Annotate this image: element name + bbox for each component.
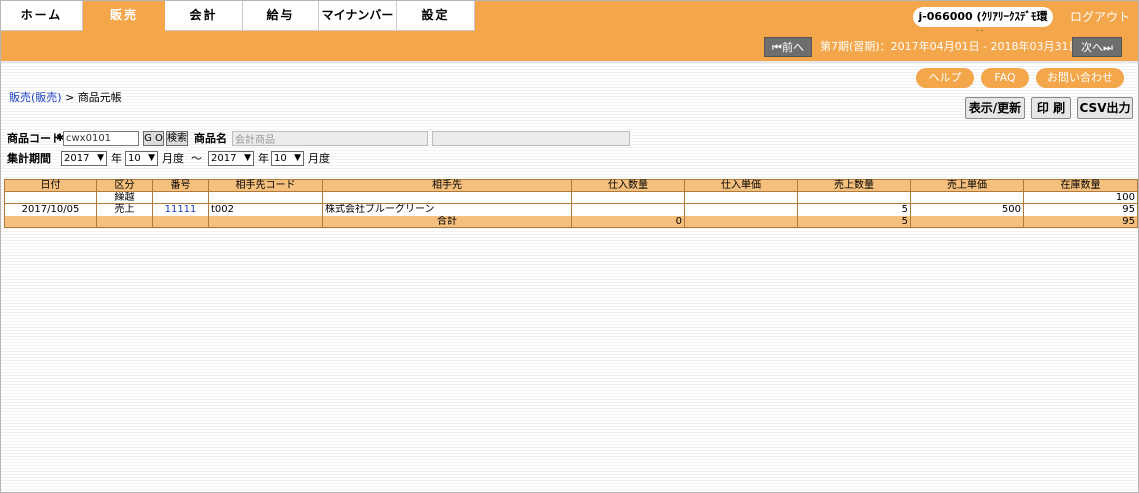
cell-sell-price: 500 [910, 203, 1024, 216]
month-suffix: 月度 [162, 152, 184, 165]
table-row: 繰越 100 [4, 191, 1138, 204]
tab-home[interactable]: ホーム [1, 1, 83, 31]
chevron-down-icon: ▼ [294, 153, 301, 163]
col-header-partner-code[interactable]: 相手先コード [208, 179, 323, 192]
col-header-partner[interactable]: 相手先 [322, 179, 572, 192]
print-button[interactable]: 印 刷 [1031, 97, 1071, 119]
cell-date [4, 191, 97, 204]
search-button[interactable]: 検索 [166, 131, 188, 146]
breadcrumb-current: 商品元帳 [77, 91, 122, 104]
product-code-label: 商品コード [7, 132, 62, 145]
product-ledger-table: 日付 区分 番号 相手先コード 相手先 仕入数量 仕入単価 売上数量 売上単価 … [4, 179, 1138, 228]
total-buy-qty: 0 [571, 215, 685, 228]
tab-payroll[interactable]: 給与 [243, 1, 319, 31]
product-name-label: 商品名 [194, 132, 227, 145]
from-month-select[interactable]: 10 ▼ [125, 151, 158, 166]
breadcrumb: 販売(販売) > 商品元帳 [9, 91, 122, 105]
col-header-sell-price[interactable]: 売上単価 [910, 179, 1024, 192]
breadcrumb-parent-link[interactable]: 販売(販売) [9, 91, 62, 104]
total-label: 合計 [322, 215, 572, 228]
table-row: 2017/10/05 売上 11111 t002 株式会社ブルーグリーン 5 5… [4, 203, 1138, 216]
cell-type: 売上 [96, 203, 153, 216]
logout-link[interactable]: ログアウト [1070, 7, 1130, 27]
col-header-type[interactable]: 区分 [96, 179, 153, 192]
col-header-stock[interactable]: 在庫数量 [1023, 179, 1138, 192]
cell-stock: 100 [1023, 191, 1138, 204]
cell-buy-qty [571, 191, 685, 204]
faq-button[interactable]: FAQ [981, 68, 1029, 88]
cell-empty [152, 215, 209, 228]
cell-empty [4, 215, 97, 228]
cell-empty [684, 215, 798, 228]
cell-stock: 95 [1023, 203, 1138, 216]
cell-date: 2017/10/05 [4, 203, 97, 216]
chevron-down-icon: ▼ [97, 153, 104, 163]
product-name-field [232, 131, 428, 146]
cell-partner-code: t002 [208, 203, 323, 216]
year-suffix: 年 [258, 152, 269, 165]
col-header-sell-qty[interactable]: 売上数量 [797, 179, 911, 192]
cell-partner-code [208, 191, 323, 204]
from-year-select[interactable]: 2017 ▼ [61, 151, 107, 166]
tab-settings[interactable]: 設定 [397, 1, 475, 31]
go-button[interactable]: G O [143, 131, 164, 146]
contact-button[interactable]: お問い合わせ [1036, 68, 1124, 88]
col-header-buy-qty[interactable]: 仕入数量 [571, 179, 685, 192]
to-month-value: 10 [274, 153, 287, 164]
voucher-number-link[interactable]: 11111 [152, 203, 209, 216]
cell-type: 繰越 [96, 191, 153, 204]
col-header-date[interactable]: 日付 [4, 179, 97, 192]
col-header-number[interactable]: 番号 [152, 179, 209, 192]
total-sell-qty: 5 [797, 215, 911, 228]
next-period-button[interactable]: 次へ⏭ [1072, 37, 1122, 57]
year-suffix: 年 [111, 152, 122, 165]
breadcrumb-separator: > [65, 91, 75, 104]
col-header-buy-price[interactable]: 仕入単価 [684, 179, 798, 192]
csv-export-button[interactable]: CSV出力 [1077, 97, 1133, 119]
chevron-down-icon: ▼ [244, 153, 251, 163]
cell-sell-qty [797, 191, 911, 204]
cell-buy-qty [571, 203, 685, 216]
tab-accounting[interactable]: 会計 [165, 1, 243, 31]
to-month-select[interactable]: 10 ▼ [271, 151, 304, 166]
to-year-select[interactable]: 2017 ▼ [208, 151, 254, 166]
total-stock: 95 [1023, 215, 1138, 228]
cell-empty [208, 215, 323, 228]
top-nav: ホーム 販売 会計 給与 マイナンバー 設定 j-066000 (ｸﾘｱﾘｰｸｽ… [1, 1, 1138, 43]
month-suffix: 月度 [308, 152, 330, 165]
app-window: ホーム 販売 会計 給与 マイナンバー 設定 j-066000 (ｸﾘｱﾘｰｸｽ… [0, 0, 1139, 493]
tab-mynumber[interactable]: マイナンバー [319, 1, 397, 31]
cell-buy-price [684, 191, 798, 204]
cell-partner [322, 191, 572, 204]
cell-buy-price [684, 203, 798, 216]
to-year-value: 2017 [211, 153, 237, 164]
cell-partner: 株式会社ブルーグリーン [322, 203, 572, 216]
product-name-extra-field [432, 131, 630, 146]
user-badge: j-066000 (ｸﾘｱﾘｰｸｽﾃﾞﾓ環境) [913, 7, 1053, 43]
refresh-button[interactable]: 表示/更新 [965, 97, 1025, 119]
period-bar: ⏮前へ 第7期(習期)：2017年04月01日 - 2018年03月31日 次へ… [1, 31, 1138, 63]
cell-empty [96, 215, 153, 228]
table-header-row: 日付 区分 番号 相手先コード 相手先 仕入数量 仕入単価 売上数量 売上単価 … [4, 179, 1138, 192]
fiscal-period: 第7期(習期)：2017年04月01日 - 2018年03月31日 [820, 40, 1080, 53]
help-button[interactable]: ヘルプ [916, 68, 974, 88]
from-month-value: 10 [128, 153, 141, 164]
cell-empty [910, 215, 1024, 228]
cell-number [152, 191, 209, 204]
chevron-down-icon: ▼ [148, 153, 155, 163]
product-code-input[interactable] [63, 131, 139, 146]
total-row: 合計 0 5 95 [4, 215, 1138, 228]
cell-sell-qty: 5 [797, 203, 911, 216]
period-label: 集計期間 [7, 152, 51, 165]
tab-sales[interactable]: 販売 [83, 1, 165, 31]
range-tilde: ～ [191, 152, 202, 165]
from-year-value: 2017 [64, 153, 90, 164]
prev-period-button[interactable]: ⏮前へ [764, 37, 812, 57]
cell-sell-price [910, 191, 1024, 204]
